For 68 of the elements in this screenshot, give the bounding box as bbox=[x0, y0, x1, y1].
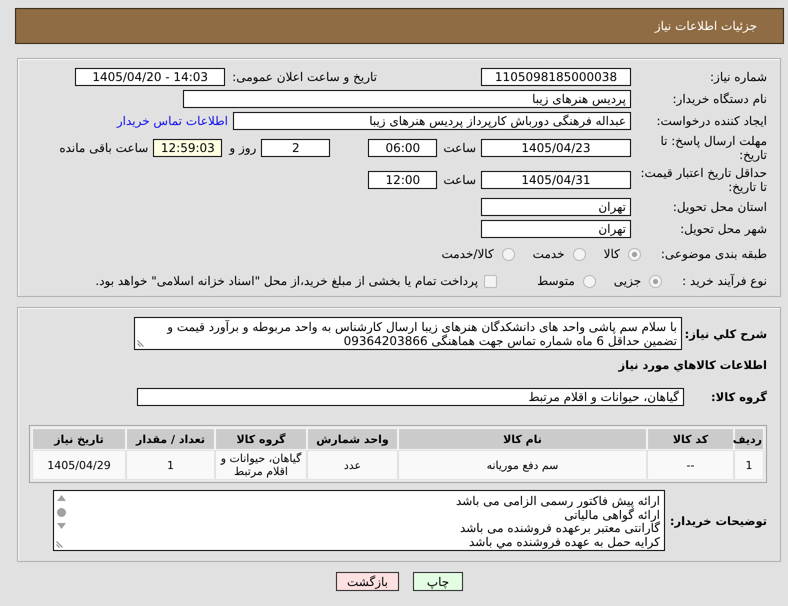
field-label: تاریخ و ساعت اعلان عمومی: bbox=[232, 70, 377, 84]
description-field[interactable]: با سلام سم پاشی واحد های دانشکدگان هنرهای زیبا ارسال کارشناس به واحد مربوطه و برآورد قیمت و تضمین حداقل 6 ماه شماره تماس جهت هماهنگی 09364203866 bbox=[134, 317, 682, 350]
field-label: شماره نیاز: bbox=[710, 70, 767, 84]
city-field[interactable]: تهران bbox=[481, 220, 631, 238]
option-label: کالا/خدمت bbox=[441, 247, 494, 261]
column-header: تاریخ نیاز bbox=[32, 428, 126, 450]
field-label: نوع فرآیند خرید : bbox=[682, 274, 767, 288]
remaining-time-field[interactable]: 12:59:03 bbox=[153, 139, 222, 157]
scroll-up-icon[interactable] bbox=[57, 495, 66, 501]
field-label: ایجاد کننده درخواست: bbox=[656, 114, 767, 128]
resize-grip-icon[interactable] bbox=[137, 340, 144, 347]
checkbox-label: پرداخت تمام یا بخشی از مبلغ خرید،از محل "اسناد خزانه اسلامی" خواهد بود. bbox=[95, 274, 478, 288]
field-label: مهلت ارسال پاسخ: تا تاریخ: bbox=[660, 134, 767, 162]
back-button[interactable]: بازگشت bbox=[336, 572, 399, 591]
contact-link[interactable]: اطلاعات تماس خریدار bbox=[116, 114, 228, 128]
field-label: توضیحات خریدار: bbox=[670, 514, 767, 528]
page-title: جزئیات اطلاعات نیاز bbox=[654, 19, 757, 33]
column-header: نام کالا bbox=[398, 428, 647, 450]
field-label: گروه کالا: bbox=[710, 390, 767, 404]
radio-button[interactable] bbox=[502, 248, 515, 260]
radio-button[interactable] bbox=[572, 248, 586, 260]
print-button[interactable]: چاپ bbox=[413, 572, 463, 591]
option-label: کالا bbox=[604, 247, 620, 261]
need-number-field[interactable]: 1105098185000038 bbox=[481, 68, 631, 86]
table-cell: عدد bbox=[307, 450, 398, 480]
table-cell: -- bbox=[647, 450, 734, 480]
field-label: طبقه بندی موضوعی: bbox=[660, 247, 767, 261]
table-cell: 1 bbox=[126, 450, 215, 480]
field-label: حداقل تاریخ اعتبار قیمت: تا تاریخ: bbox=[640, 166, 767, 194]
radio-button[interactable] bbox=[649, 274, 662, 288]
days-field[interactable]: 2 bbox=[261, 139, 330, 157]
remaining-label: ساعت باقی مانده bbox=[59, 141, 148, 155]
buyer-org-field[interactable]: پردیس هنرهای زیبا bbox=[183, 90, 631, 108]
scroll-down-icon[interactable] bbox=[57, 523, 66, 529]
field-label: شهر محل تحویل: bbox=[680, 222, 767, 236]
deadline-time-field[interactable]: 06:00 bbox=[368, 139, 438, 157]
column-header: کد کالا bbox=[647, 428, 734, 450]
deadline-date-field[interactable]: 1405/04/23 bbox=[481, 139, 631, 157]
resize-grip-icon[interactable] bbox=[56, 541, 63, 548]
option-label: خدمت bbox=[532, 247, 565, 261]
validity-date-field[interactable]: 1405/04/31 bbox=[481, 171, 631, 189]
time-label: ساعت bbox=[443, 141, 476, 155]
table-cell: سم دفع موریانه bbox=[398, 450, 647, 480]
table-cell: 1405/04/29 bbox=[32, 450, 126, 480]
checkbox[interactable] bbox=[484, 274, 498, 288]
column-header: تعداد / مقدار bbox=[126, 428, 215, 450]
requester-field[interactable]: عبداله فرهنگی دورباش کارپرداز پردیس هنرهای زیبا bbox=[233, 112, 631, 130]
field-label: شرح کلي نیاز: bbox=[684, 326, 767, 340]
option-label: جزیی bbox=[614, 274, 642, 288]
option-label: متوسط bbox=[537, 274, 575, 288]
field-label: استان محل تحویل: bbox=[672, 200, 767, 214]
province-field[interactable]: تهران bbox=[481, 198, 631, 216]
buyer-notes-field[interactable]: ارائه پیش فاکتور رسمی الزامی می باشد ارائه گواهی مالیاتی گارانتی معتبر برعهده فروشنده می باشد کرایه حمل به عهده فروشنده مي باشد bbox=[53, 490, 665, 551]
column-header: واحد شمارش bbox=[307, 428, 398, 450]
announcement-date-field[interactable]: 1405/04/20 - 14:03 bbox=[75, 68, 226, 86]
scroll-thumb-icon[interactable] bbox=[57, 508, 66, 517]
column-header: ردیف bbox=[734, 428, 764, 450]
goods-group-field[interactable]: گیاهان، حیوانات و اقلام مرتبط bbox=[137, 388, 684, 406]
days-label: روز و bbox=[229, 141, 256, 155]
table-cell: 1 bbox=[734, 450, 764, 480]
field-label: نام دستگاه خریدار: bbox=[672, 92, 767, 106]
radio-button[interactable] bbox=[628, 248, 641, 260]
validity-time-field[interactable]: 12:00 bbox=[368, 171, 438, 189]
column-header: گروه کالا bbox=[215, 428, 307, 450]
table-cell: گیاهان، حیوانات و اقلام مرتبط bbox=[215, 450, 307, 480]
section-heading: اطلاعات کالاهاي مورد نیاز bbox=[618, 358, 767, 372]
time-label: ساعت bbox=[443, 173, 476, 187]
radio-button[interactable] bbox=[582, 274, 596, 288]
